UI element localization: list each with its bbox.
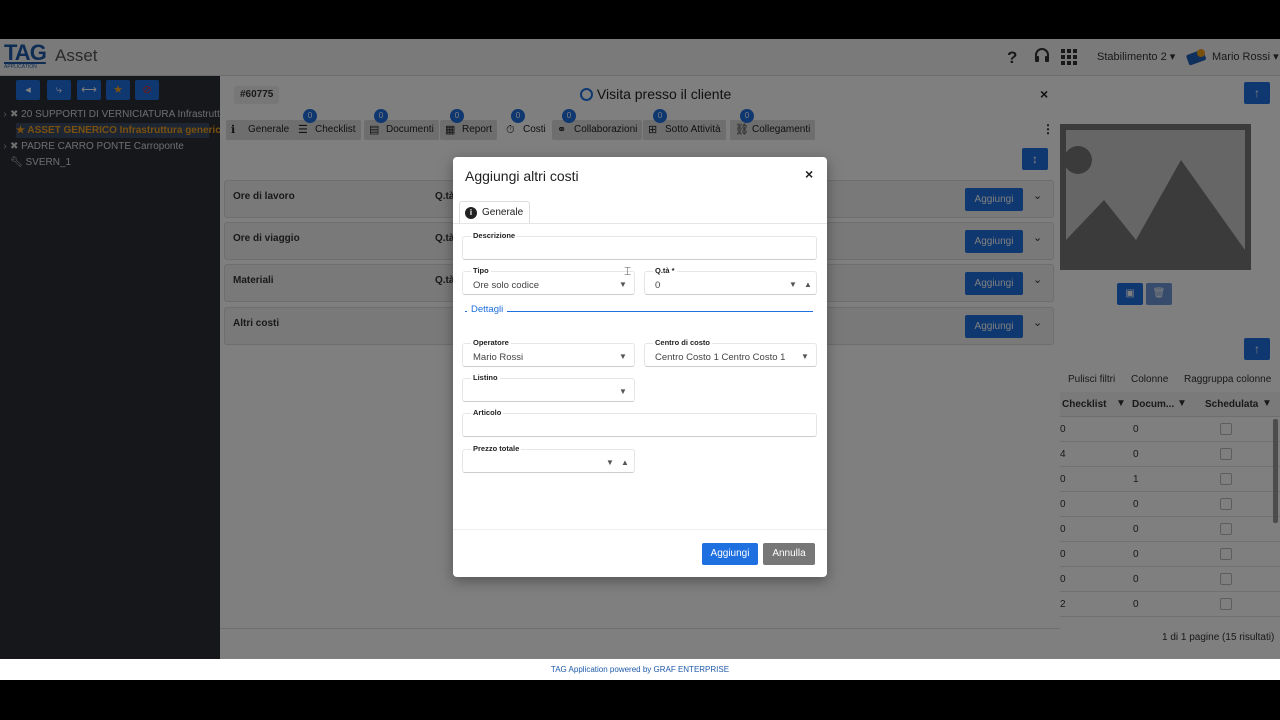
close-dialog-button[interactable]: ×	[805, 166, 813, 182]
field-label: Q.tà *	[653, 266, 677, 275]
quantity-stepper[interactable]: Q.tà * 0 ▼ ▲	[644, 266, 817, 295]
add-cost-dialog: Aggiungi altri costi × i Generale Descriz…	[453, 157, 827, 577]
listino-select[interactable]: Listino ▼	[462, 373, 635, 402]
field-value: Ore solo codice	[473, 280, 540, 291]
field-value: Mario Rossi	[473, 352, 524, 363]
field-label: Tipo	[471, 266, 491, 275]
confirm-add-button[interactable]: Aggiungi	[702, 543, 758, 565]
dialog-tab-generale[interactable]: i Generale	[459, 201, 531, 223]
caret-down-icon: ▼	[619, 280, 627, 289]
increment-icon[interactable]: ▲	[804, 280, 812, 289]
centro-costo-select[interactable]: Centro di costo Centro Costo 1 Centro Co…	[644, 338, 817, 367]
articolo-field[interactable]: Articolo	[462, 408, 817, 437]
mouse-cursor: ⌶	[624, 264, 632, 278]
field-value: 0	[655, 280, 661, 291]
dettagli-section: Dettagli	[465, 304, 813, 315]
tab-label: Generale	[482, 207, 524, 218]
field-label: Centro di costo	[653, 338, 713, 347]
operatore-select[interactable]: Operatore Mario Rossi ▼	[462, 338, 635, 367]
field-label: Prezzo totale	[471, 444, 522, 453]
caret-down-icon: ▼	[619, 352, 627, 361]
cancel-button[interactable]: Annulla	[763, 543, 815, 565]
tipo-select[interactable]: Tipo Ore solo codice ▼	[462, 266, 635, 295]
field-label: Descrizione	[471, 231, 518, 240]
caret-down-icon: ▼	[619, 387, 627, 396]
field-value: Centro Costo 1 Centro Costo 1	[655, 352, 786, 363]
field-label: Operatore	[471, 338, 511, 347]
info-icon: i	[465, 207, 477, 219]
descrizione-field[interactable]: Descrizione	[462, 231, 817, 260]
prezzo-totale-stepper[interactable]: Prezzo totale ▼ ▲	[462, 444, 635, 473]
section-legend: Dettagli	[467, 304, 508, 315]
caret-down-icon: ▼	[801, 352, 809, 361]
dialog-footer-divider	[453, 529, 827, 530]
dialog-title: Aggiungi altri costi	[465, 168, 579, 184]
field-label: Articolo	[471, 408, 504, 417]
footer: TAG Application powered by GRAF ENTERPRI…	[0, 659, 1280, 680]
decrement-icon[interactable]: ▼	[789, 280, 797, 289]
field-label: Listino	[471, 373, 500, 382]
increment-icon[interactable]: ▲	[621, 458, 629, 467]
decrement-icon[interactable]: ▼	[606, 458, 614, 467]
app-window: TAG APPLICATION Asset ? Stabilimento 2 ▾…	[0, 39, 1280, 680]
tab-divider	[453, 223, 827, 224]
